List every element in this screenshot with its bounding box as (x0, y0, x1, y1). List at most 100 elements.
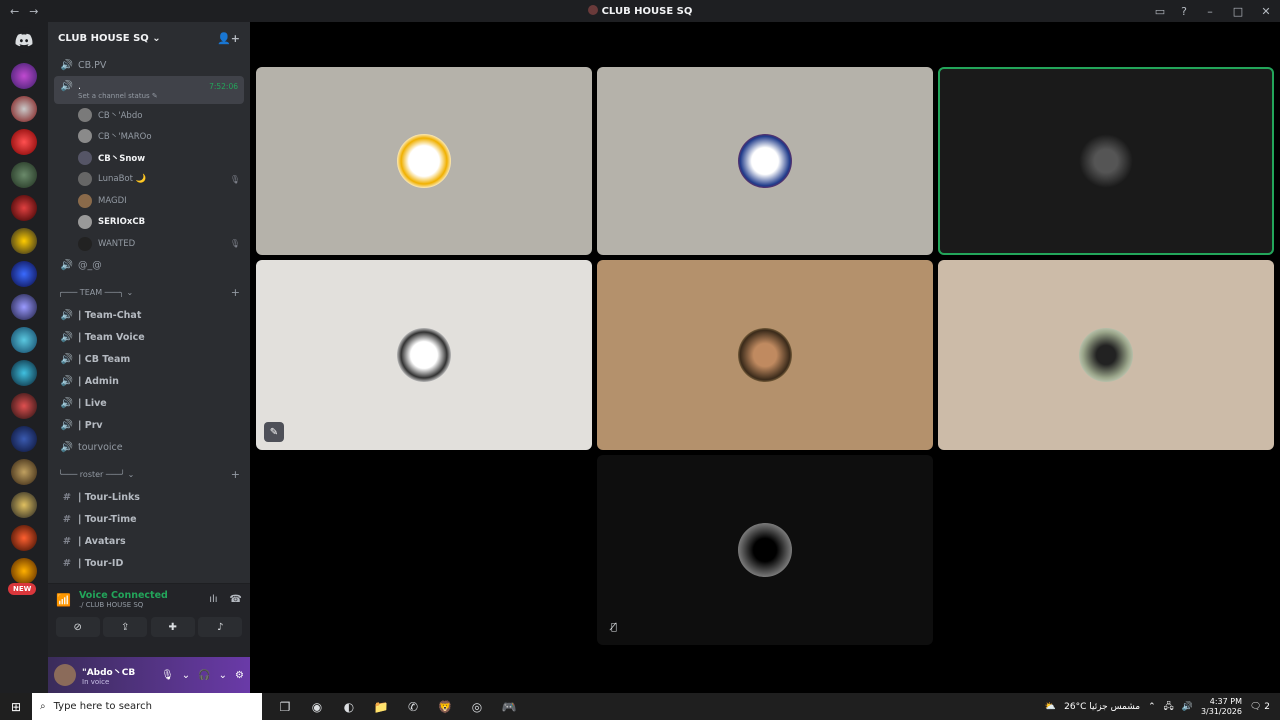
taskbar-search[interactable]: ⌕ Type here to search (32, 693, 262, 720)
discord-home-icon[interactable] (11, 27, 37, 53)
noise-suppression-icon[interactable]: ılı (209, 594, 217, 605)
server-icon[interactable] (11, 63, 37, 89)
channel-item[interactable]: 🔊 | Prv (48, 415, 250, 437)
server-icon[interactable] (11, 393, 37, 419)
channel-item[interactable]: # | Tour-Time (48, 509, 250, 531)
avatar[interactable] (78, 236, 92, 251)
channel-item[interactable]: 🔊 | Live (48, 393, 250, 415)
channel-item[interactable]: 🔊 | Team Voice (48, 327, 250, 349)
server-icon[interactable] (11, 129, 37, 155)
chevron-down-icon[interactable]: ⌄ (219, 670, 227, 681)
brave-icon[interactable]: 🦁 (436, 700, 454, 714)
channel-item[interactable]: # | Avatars (48, 531, 250, 553)
avatar[interactable] (78, 172, 92, 187)
chrome-icon[interactable]: ◉ (308, 700, 326, 714)
notification-icon[interactable]: 🗨 2 (1250, 702, 1270, 712)
avatar[interactable] (78, 129, 92, 144)
voice-user[interactable]: LunaBot 🌙 🎙 (48, 169, 250, 191)
channel-item[interactable]: 🔊 | Admin (48, 371, 250, 393)
channel-item[interactable]: # | Tour-Links (48, 487, 250, 509)
server-icon[interactable] (11, 96, 37, 122)
voice-user[interactable]: MAGDI (48, 190, 250, 212)
server-icon[interactable] (11, 294, 37, 320)
channel-item[interactable]: # | Tour-ID (48, 553, 250, 575)
avatar[interactable] (78, 107, 92, 122)
avatar[interactable] (78, 193, 92, 208)
voice-user[interactable]: SERIOxCB (48, 212, 250, 234)
voice-location[interactable]: ./ CLUB HOUSE SQ (79, 601, 168, 609)
participant-tile[interactable] (597, 67, 933, 255)
category-roster[interactable]: ╰─── roster ───╯ ⌄ + (48, 463, 250, 487)
file-explorer-icon[interactable]: 📁 (372, 700, 390, 714)
server-icon[interactable] (11, 459, 37, 485)
back-icon[interactable]: ← (10, 5, 19, 18)
help-icon[interactable]: ? (1172, 5, 1196, 18)
voice-user[interactable]: WANTED 🎙 (48, 233, 250, 255)
discord-icon[interactable]: 🎮 (500, 700, 518, 714)
disconnect-icon[interactable]: ☎ (230, 594, 242, 605)
weather-text[interactable]: 26°C مشمس جزئيا (1064, 702, 1140, 712)
participant-tile[interactable]: 🎙̸ (597, 455, 933, 645)
signal-icon[interactable]: 📶 (56, 593, 71, 607)
channel-status[interactable]: Set a channel status ✎ (60, 92, 158, 100)
invite-icon[interactable]: 👤+ (217, 32, 240, 45)
avatar[interactable] (54, 664, 76, 686)
participant-tile[interactable]: ✎ (256, 260, 592, 450)
soundboard-button[interactable]: ♪ (198, 617, 243, 637)
participant-tile[interactable] (256, 67, 592, 255)
forward-icon[interactable]: → (29, 5, 38, 18)
avatar[interactable] (78, 215, 92, 230)
server-icon[interactable] (11, 426, 37, 452)
voice-user[interactable]: CB丶Snow (48, 147, 250, 169)
server-icon[interactable] (11, 492, 37, 518)
voice-user[interactable]: CB丶'MAROo (48, 126, 250, 148)
gear-icon[interactable]: ⚙ (235, 670, 244, 681)
server-icon[interactable] (11, 360, 37, 386)
add-channel-icon[interactable]: + (231, 468, 240, 481)
voice-channel-cb-pv[interactable]: 🔊 CB.PV (48, 54, 250, 76)
server-icon[interactable] (11, 261, 37, 287)
voice-channel-at[interactable]: 🔊 @_@ (48, 255, 250, 277)
headphones-icon[interactable]: 🎧 (198, 670, 210, 681)
windows-start-icon[interactable]: ⊞ (0, 700, 32, 714)
channel-item[interactable]: 🔊 | Team-Chat (48, 305, 250, 327)
server-icon[interactable] (11, 195, 37, 221)
soundboard-icon[interactable]: ✎ (264, 422, 284, 442)
activities-button[interactable]: ✚ (150, 617, 195, 637)
server-header[interactable]: CLUB HOUSE SQ ⌄ 👤+ (48, 22, 250, 54)
server-icon[interactable] (11, 327, 37, 353)
voice-channel-tourvoice[interactable]: 🔊 tourvoice (48, 437, 250, 459)
maximize-button[interactable]: □ (1224, 5, 1252, 18)
inbox-icon[interactable]: ▭ (1148, 5, 1172, 18)
microphone-icon[interactable]: 🎙 (161, 670, 174, 681)
participant-tile[interactable] (938, 260, 1274, 450)
category-team[interactable]: ╭─── TEAM ───╮ ⌄ + (48, 281, 250, 305)
server-icon[interactable] (11, 228, 37, 254)
volume-icon[interactable]: 🔊 (1182, 702, 1193, 712)
screen-share-button[interactable]: ⇪ (103, 617, 148, 637)
edge-icon[interactable]: ◐ (340, 700, 358, 714)
obs-icon[interactable]: ◎ (468, 700, 486, 714)
server-icon[interactable] (11, 162, 37, 188)
channel-item[interactable]: 🔊 | CB Team (48, 349, 250, 371)
camera-off-button[interactable]: ⊘ (55, 617, 100, 637)
server-icon[interactable] (11, 558, 37, 584)
channel-name: | CB Team (78, 354, 131, 365)
whatsapp-icon[interactable]: ✆ (404, 700, 422, 714)
chevron-up-icon[interactable]: ⌃ (1148, 702, 1156, 712)
task-view-icon[interactable]: ❐ (276, 700, 294, 714)
user-name[interactable]: "Abdo丶CB (82, 665, 135, 678)
voice-user[interactable]: CB丶'Abdo (48, 104, 250, 126)
minimize-button[interactable]: – (1196, 5, 1224, 18)
close-button[interactable]: ✕ (1252, 5, 1280, 18)
clock[interactable]: 4:37 PM 3/31/2026 (1201, 697, 1242, 717)
server-icon[interactable] (11, 525, 37, 551)
voice-channel-active[interactable]: 🔊 . 7:52:06 Set a channel status ✎ (54, 76, 244, 104)
participant-tile[interactable] (938, 67, 1274, 255)
add-channel-icon[interactable]: + (231, 286, 240, 299)
voice-status[interactable]: Voice Connected (79, 590, 168, 601)
participant-tile[interactable] (597, 260, 933, 450)
chevron-down-icon[interactable]: ⌄ (182, 670, 190, 681)
network-icon[interactable]: 🖧 (1164, 699, 1174, 715)
avatar[interactable] (78, 150, 92, 165)
